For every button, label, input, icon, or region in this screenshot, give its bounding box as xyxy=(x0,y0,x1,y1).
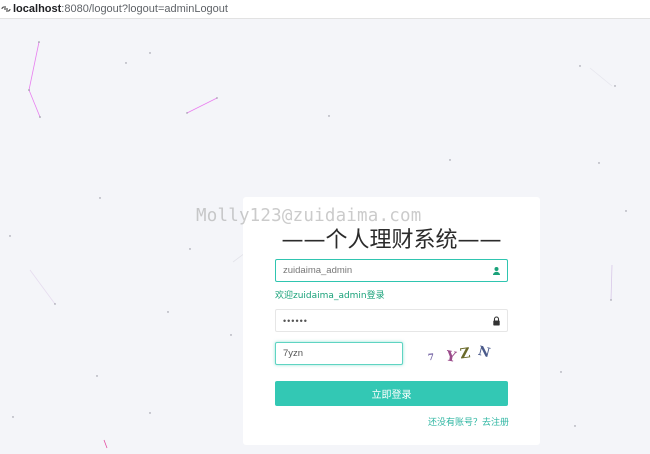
browser-address-bar[interactable]: localhost:8080/logout?logout=adminLogout xyxy=(0,0,650,19)
password-mask: •••••• xyxy=(283,315,308,326)
captcha-char-3: Z xyxy=(458,345,472,363)
captcha-input[interactable]: 7yzn xyxy=(275,342,403,365)
page-title: ——个人理财系统—— xyxy=(281,228,502,253)
url-host: localhost xyxy=(13,3,62,15)
password-input[interactable]: •••••• xyxy=(275,309,508,332)
username-input[interactable]: zuidaima_admin xyxy=(275,259,508,282)
url-path: :8080/logout?logout=adminLogout xyxy=(61,3,228,15)
user-icon xyxy=(493,267,500,275)
link-icon xyxy=(1,4,11,14)
register-link[interactable]: 还没有账号？去注册 xyxy=(428,418,509,428)
username-value: zuidaima_admin xyxy=(283,265,353,276)
captcha-char-2: Y xyxy=(444,348,458,366)
register-link-row: 还没有账号？去注册 xyxy=(243,415,509,428)
captcha-value: 7yzn xyxy=(283,348,304,359)
captcha-char-1: 7 xyxy=(427,352,435,364)
captcha-char-4: N xyxy=(476,343,492,362)
captcha-image[interactable]: 7 Y Z N xyxy=(420,344,508,366)
login-button[interactable]: 立即登录 xyxy=(275,381,508,406)
welcome-message: 欢迎zuidaima_admin登录 xyxy=(275,291,385,301)
lock-icon xyxy=(493,316,500,326)
